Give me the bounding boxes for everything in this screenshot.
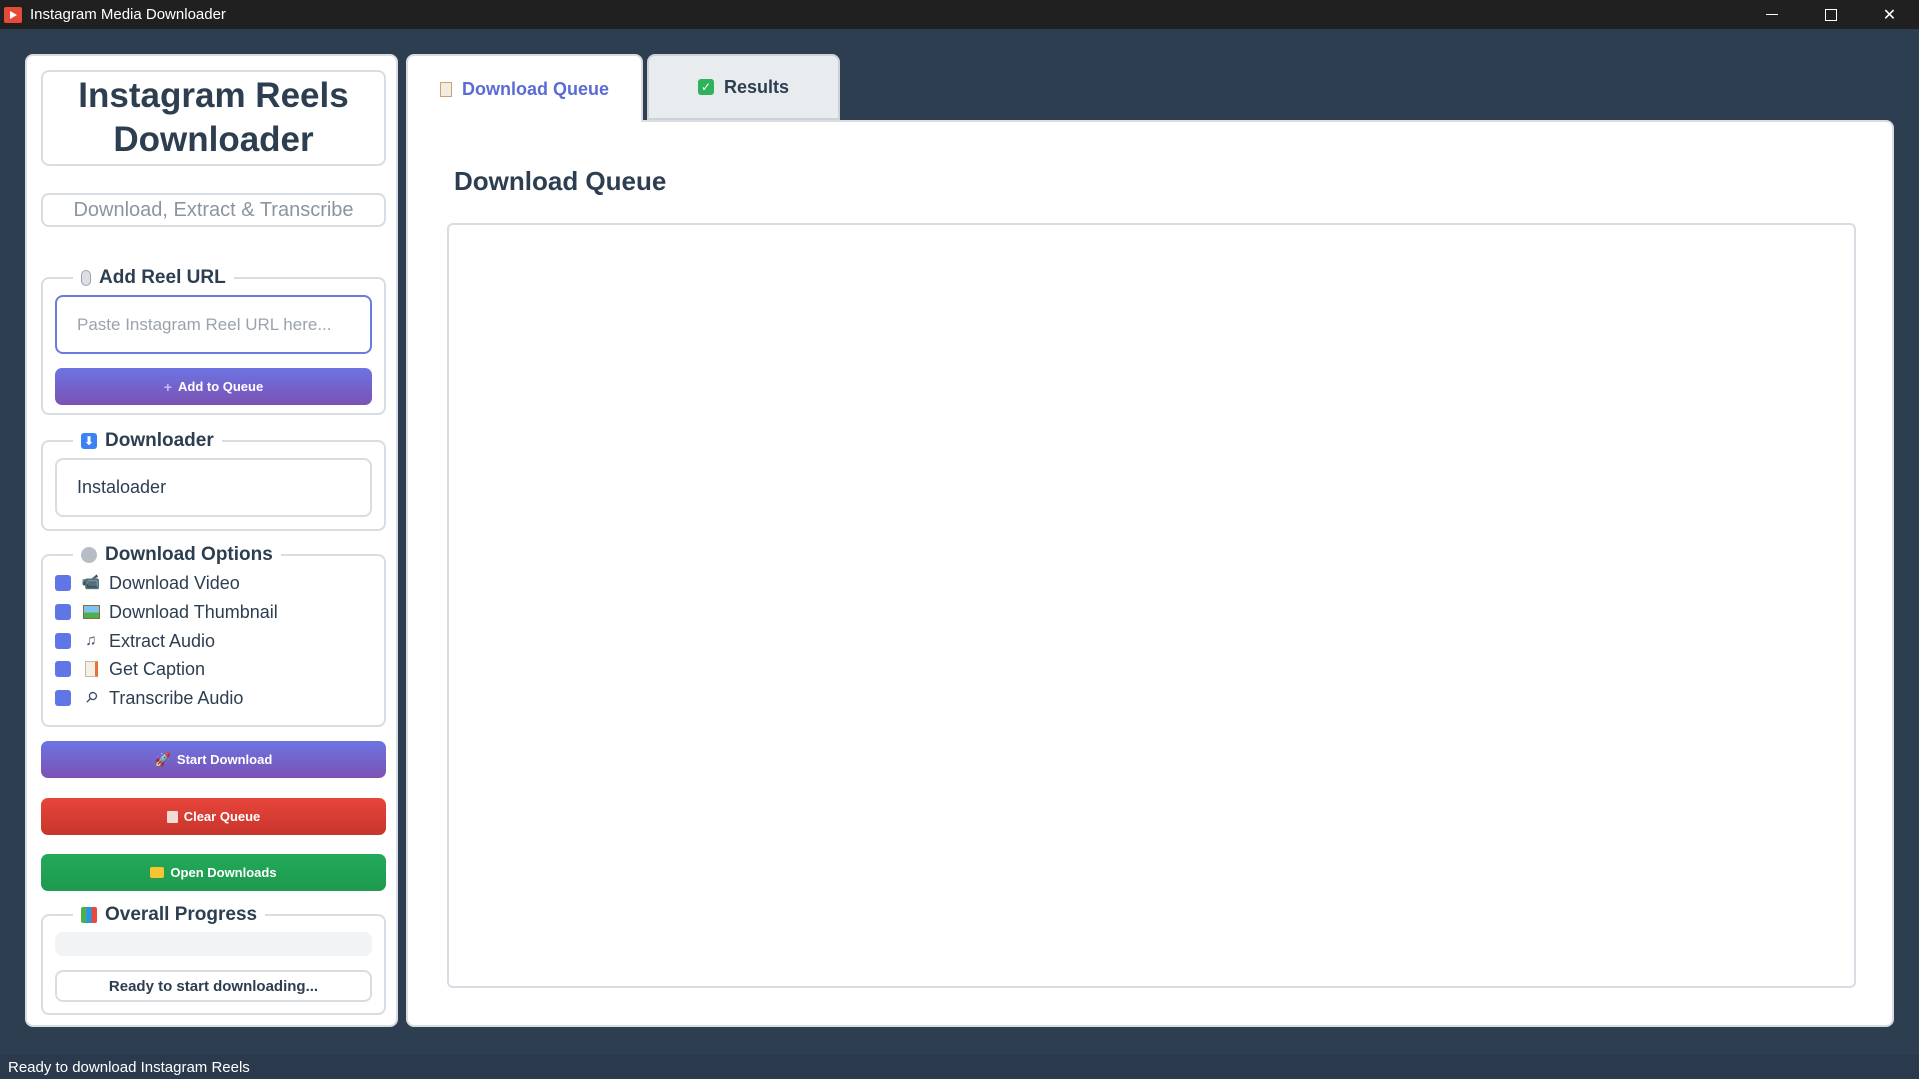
minimize-button[interactable]	[1742, 0, 1801, 29]
maximize-button[interactable]	[1801, 0, 1860, 29]
download-options-group: Download Options 📹 Download Video Downlo…	[41, 544, 386, 727]
overall-progress-group-title: Overall Progress	[73, 904, 266, 926]
picture-icon	[82, 603, 100, 621]
download-queue-list[interactable]	[447, 223, 1856, 988]
extract-audio-checkbox[interactable]	[55, 633, 71, 649]
tab-results[interactable]: ✓ Results	[647, 54, 840, 120]
app-icon	[4, 6, 22, 23]
clipboard-icon	[439, 81, 452, 97]
downloader-group-title: ⬇ Downloader	[73, 430, 222, 452]
reel-url-input[interactable]	[55, 295, 372, 354]
sidebar: Instagram Reels Downloader Download, Ext…	[25, 54, 398, 1027]
status-bar: Ready to download Instagram Reels	[0, 1055, 1919, 1079]
app-heading: Instagram Reels Downloader	[41, 70, 386, 166]
open-downloads-button[interactable]: Open Downloads	[41, 854, 386, 891]
add-to-queue-button[interactable]: + Add to Queue	[55, 368, 372, 405]
tab-download-queue-label: Download Queue	[461, 78, 609, 99]
window-title: Instagram Media Downloader	[30, 6, 226, 23]
start-download-label: Start Download	[176, 752, 273, 767]
download-video-label: Download Video	[109, 572, 240, 593]
clear-queue-label: Clear Queue	[183, 809, 261, 824]
close-icon: ✕	[1882, 6, 1897, 24]
app-heading-line1: Instagram Reels	[78, 76, 349, 115]
window-controls: ✕	[1742, 0, 1919, 29]
title-bar: Instagram Media Downloader ✕	[0, 0, 1919, 29]
tab-download-queue[interactable]: Download Queue	[406, 54, 643, 122]
option-transcribe-audio[interactable]: ⚲ Transcribe Audio	[55, 686, 243, 710]
restore-icon	[1824, 8, 1837, 21]
transcribe-audio-label: Transcribe Audio	[109, 687, 244, 708]
music-note-icon: ♫	[85, 632, 97, 649]
trash-icon	[166, 810, 178, 823]
overall-progress-bar	[55, 932, 372, 956]
open-downloads-label: Open Downloads	[170, 865, 277, 880]
download-options-group-title: Download Options	[73, 544, 281, 566]
download-arrow-icon: ⬇	[81, 433, 97, 449]
app-heading-line2: Downloader	[113, 120, 314, 159]
download-queue-panel: Download Queue	[406, 120, 1894, 1027]
start-download-button[interactable]: 🚀 Start Download	[41, 741, 386, 778]
downloader-select[interactable]: Instaloader	[55, 458, 372, 517]
memo-icon	[82, 660, 100, 678]
plus-icon: +	[163, 378, 172, 395]
minimize-icon	[1765, 14, 1778, 15]
downloader-selected-value: Instaloader	[77, 477, 167, 497]
panel-title: Download Queue	[454, 166, 667, 196]
close-button[interactable]: ✕	[1860, 0, 1919, 29]
bar-chart-icon	[81, 907, 97, 923]
add-url-group-title: Add Reel URL	[73, 267, 234, 289]
clear-queue-button[interactable]: Clear Queue	[41, 798, 386, 835]
microphone-icon: ⚲	[81, 687, 102, 708]
overall-progress-group: Overall Progress Ready to start download…	[41, 904, 386, 1015]
add-url-group: Add Reel URL + Add to Queue	[41, 267, 386, 415]
extract-audio-label: Extract Audio	[109, 630, 216, 651]
overall-progress-title: Overall Progress	[105, 904, 258, 925]
option-get-caption[interactable]: Get Caption	[55, 657, 205, 681]
downloader-title: Downloader	[105, 430, 214, 451]
tab-results-label: Results	[723, 76, 790, 97]
check-box-icon: ✓	[697, 79, 714, 95]
add-to-queue-label: Add to Queue	[177, 379, 264, 394]
app-subtitle: Download, Extract & Transcribe	[41, 193, 386, 227]
status-bar-text: Ready to download Instagram Reels	[8, 1058, 250, 1076]
get-caption-label: Get Caption	[109, 658, 206, 679]
download-options-title: Download Options	[105, 544, 273, 565]
download-thumbnail-checkbox[interactable]	[55, 604, 71, 620]
progress-status-text: Ready to start downloading...	[55, 970, 372, 1002]
option-extract-audio[interactable]: ♫ Extract Audio	[55, 629, 215, 653]
option-download-thumbnail[interactable]: Download Thumbnail	[55, 600, 278, 624]
download-thumbnail-label: Download Thumbnail	[109, 601, 278, 622]
microphone-icon	[81, 270, 91, 286]
rocket-icon: 🚀	[154, 751, 171, 767]
folder-icon	[150, 867, 165, 878]
download-video-checkbox[interactable]	[55, 575, 71, 591]
add-url-title: Add Reel URL	[99, 267, 226, 288]
transcribe-audio-checkbox[interactable]	[55, 690, 71, 706]
downloader-group: ⬇ Downloader Instaloader	[41, 430, 386, 531]
video-camera-icon: 📹	[81, 574, 101, 591]
get-caption-checkbox[interactable]	[55, 661, 71, 677]
option-download-video[interactable]: 📹 Download Video	[55, 571, 240, 595]
gear-icon	[81, 547, 97, 563]
